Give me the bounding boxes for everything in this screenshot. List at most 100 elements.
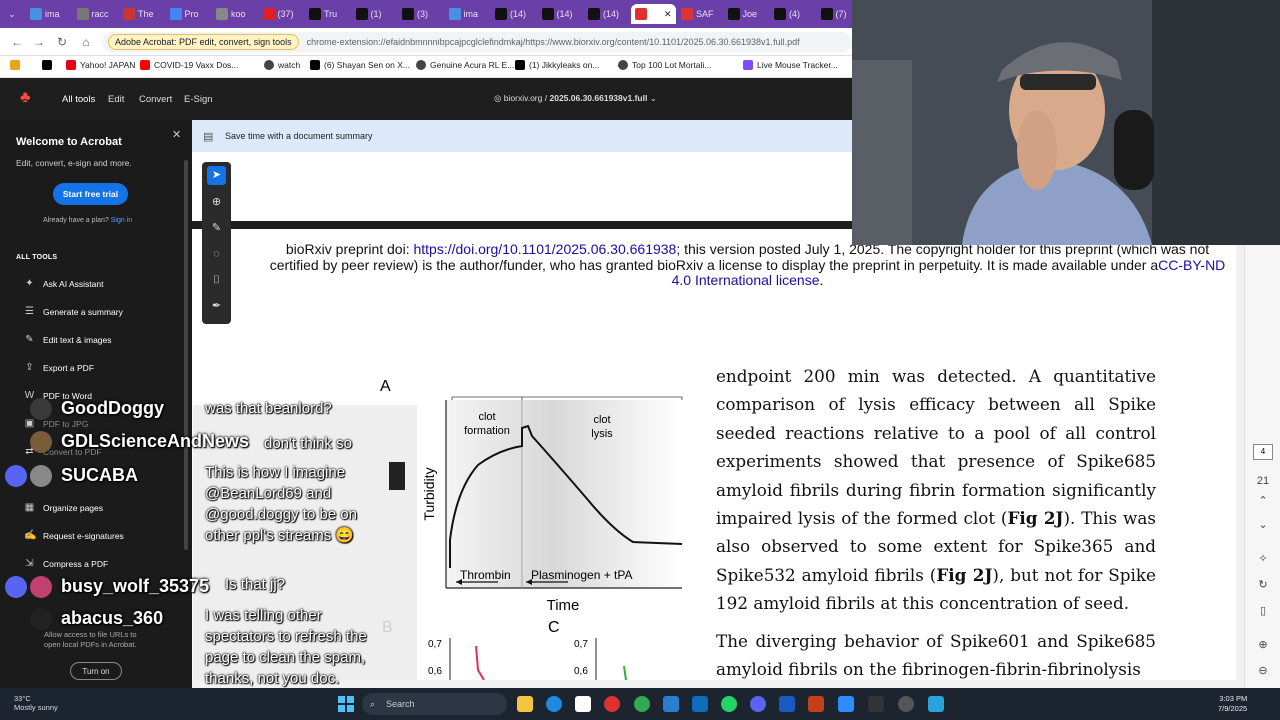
document-vertical-scrollbar[interactable] [1236, 245, 1244, 680]
sign-icon[interactable]: ✒ [207, 297, 226, 316]
zoom-in-icon[interactable]: ⊕ [1255, 637, 1271, 653]
bookmark-covid[interactable]: COVID-19 Vaxx Dos... [140, 60, 238, 70]
select-cursor-icon[interactable]: ➤ [207, 166, 226, 185]
refresh-icon[interactable]: ↻ [1255, 577, 1271, 593]
tab-label: (3) [417, 9, 428, 19]
breadcrumb-site[interactable]: biorxiv.org [504, 93, 543, 103]
breadcrumb-file[interactable]: 2025.06.30.661938v1.full [549, 93, 647, 103]
lasso-icon[interactable]: ◌ [207, 245, 226, 264]
browser-tab[interactable]: ima [26, 4, 71, 24]
x-bookmark-icon[interactable] [42, 60, 52, 70]
whatsapp-icon[interactable] [721, 696, 737, 712]
chevron-down-icon[interactable]: ⌄ [650, 93, 657, 103]
browser-tab[interactable]: (14) [584, 4, 629, 24]
bookmark-acura[interactable]: Genuine Acura RL E... [416, 60, 514, 70]
discord-taskbar-icon[interactable] [750, 696, 766, 712]
tool-edit-text[interactable]: ✎ Edit text & images [24, 334, 111, 345]
tab-label: Joe [742, 9, 758, 19]
taskbar-search[interactable]: ⌕ Search [362, 693, 507, 715]
sign-in-link[interactable]: Sign in [111, 217, 132, 224]
panel-c-curve [623, 665, 627, 681]
extension-chip[interactable]: Adobe Acrobat: PDF edit, convert, sign t… [108, 34, 299, 50]
zoom-icon[interactable]: ⊕ [207, 193, 226, 212]
weather-widget[interactable]: 33°C Mostly sunny [14, 694, 58, 712]
pen-icon[interactable]: ✎ [207, 219, 226, 238]
tool-ask-ai[interactable]: ✦ Ask AI Assistant [24, 278, 103, 289]
bookmark-mouse[interactable]: Live Mouse Tracker... [743, 60, 838, 70]
browser-tab[interactable]: ima [445, 4, 490, 24]
browser-tab[interactable]: (3) [398, 4, 443, 24]
browser-tab[interactable]: Tru [305, 4, 350, 24]
tool-compress[interactable]: ⇲ Compress a PDF [24, 558, 108, 569]
bracket [451, 396, 683, 400]
browser-tab[interactable]: (14) [491, 4, 536, 24]
browser-tab[interactable]: Joe [724, 4, 769, 24]
save-icon[interactable]: ▯ [1255, 603, 1271, 619]
search-icon: ⌕ [370, 698, 376, 709]
edit-icon: ✎ [25, 334, 34, 345]
bookmark-yahoo[interactable]: Yahoo! JAPAN [66, 60, 135, 70]
zoom-app-icon[interactable] [838, 696, 854, 712]
telegram-icon[interactable] [928, 696, 944, 712]
tool-organize[interactable]: ▦ Organize pages [24, 502, 103, 513]
home-icon[interactable]: ⌂ [79, 35, 93, 49]
chevron-down-icon[interactable]: ⌄ [1255, 517, 1271, 533]
tool-pdf-to-jpg[interactable]: ▣ PDF to JPG [24, 418, 89, 429]
powerpoint-icon[interactable] [808, 696, 824, 712]
sidebar-scrollbar[interactable] [184, 160, 188, 550]
bookmark-jikky[interactable]: (1) Jikkyleaks on... [515, 60, 599, 70]
taskbar-clock[interactable]: 3:03 PM 7/9/2025 [1218, 694, 1247, 714]
apps-icon[interactable] [10, 60, 20, 70]
chevron-up-icon[interactable]: ⌃ [1255, 493, 1271, 509]
browser-tab[interactable]: The [119, 4, 164, 24]
file-explorer-icon[interactable] [517, 696, 533, 712]
app-icon[interactable] [868, 696, 884, 712]
tool-request-esign[interactable]: ✍ Request e-signatures [24, 530, 124, 541]
bookmark-watch[interactable]: watch [264, 60, 300, 70]
turn-on-button[interactable]: Turn on [70, 662, 122, 680]
outlook-icon[interactable] [692, 696, 708, 712]
app-icon[interactable] [898, 696, 914, 712]
chat-user-sucaba: SUCABA [61, 465, 139, 485]
browser-tab[interactable]: racc [73, 4, 118, 24]
browser-tab[interactable]: ✕ [630, 4, 676, 24]
browser-tab[interactable]: (14) [538, 4, 583, 24]
zoom-out-icon[interactable]: ⊖ [1255, 663, 1271, 679]
start-trial-button[interactable]: Start free trial [53, 183, 128, 205]
doi-link[interactable]: https://doi.org/10.1101/2025.06.30.66193… [413, 241, 676, 257]
menu-all-tools[interactable]: All tools [62, 94, 95, 105]
forward-icon[interactable]: → [32, 35, 46, 49]
browser-tab[interactable]: (4) [770, 4, 815, 24]
tab-favicon-icon [262, 8, 275, 20]
bookmark-mortality[interactable]: Top 100 Lot Mortali... [618, 60, 711, 70]
menu-edit[interactable]: Edit [108, 94, 124, 105]
address-input[interactable]: Adobe Acrobat: PDF edit, convert, sign t… [102, 32, 852, 52]
text-select-icon[interactable]: ⌷ [207, 271, 226, 290]
app-icon[interactable] [604, 696, 620, 712]
windows-start-icon[interactable] [338, 696, 354, 712]
tool-summary[interactable]: ☰ Generate a summary [24, 306, 123, 317]
edge-icon[interactable] [546, 696, 562, 712]
back-icon[interactable]: ← [10, 35, 24, 49]
have-plan-text: Already have a plan? Sign in [43, 217, 133, 224]
browser-tab[interactable]: (1) [352, 4, 397, 24]
browser-tab[interactable]: SAF [677, 4, 722, 24]
page-number-input[interactable]: 4 [1253, 444, 1273, 460]
chrome-icon[interactable] [634, 696, 650, 712]
y-axis-label: Turbidity [421, 467, 437, 520]
browser-tab[interactable]: Pro [166, 4, 211, 24]
word-icon[interactable] [779, 696, 795, 712]
browser-tab[interactable]: koo [212, 4, 257, 24]
menu-convert[interactable]: Convert [139, 94, 172, 105]
ai-sparkle-icon[interactable]: ✧ [1255, 551, 1271, 567]
reload-icon[interactable]: ↻ [55, 35, 69, 49]
menu-esign[interactable]: E-Sign [184, 94, 213, 105]
app-icon[interactable] [663, 696, 679, 712]
tab-close-icon[interactable]: ✕ [664, 9, 672, 20]
close-icon[interactable]: ✕ [172, 128, 181, 141]
bookmark-shayan[interactable]: (6) Shayan Sen on X... [310, 60, 410, 70]
browser-tab[interactable]: (37) [259, 4, 304, 24]
tab-search-icon[interactable]: ⌄ [4, 4, 22, 24]
tool-export[interactable]: ⇪ Export a PDF [24, 362, 94, 373]
store-icon[interactable] [575, 696, 591, 712]
